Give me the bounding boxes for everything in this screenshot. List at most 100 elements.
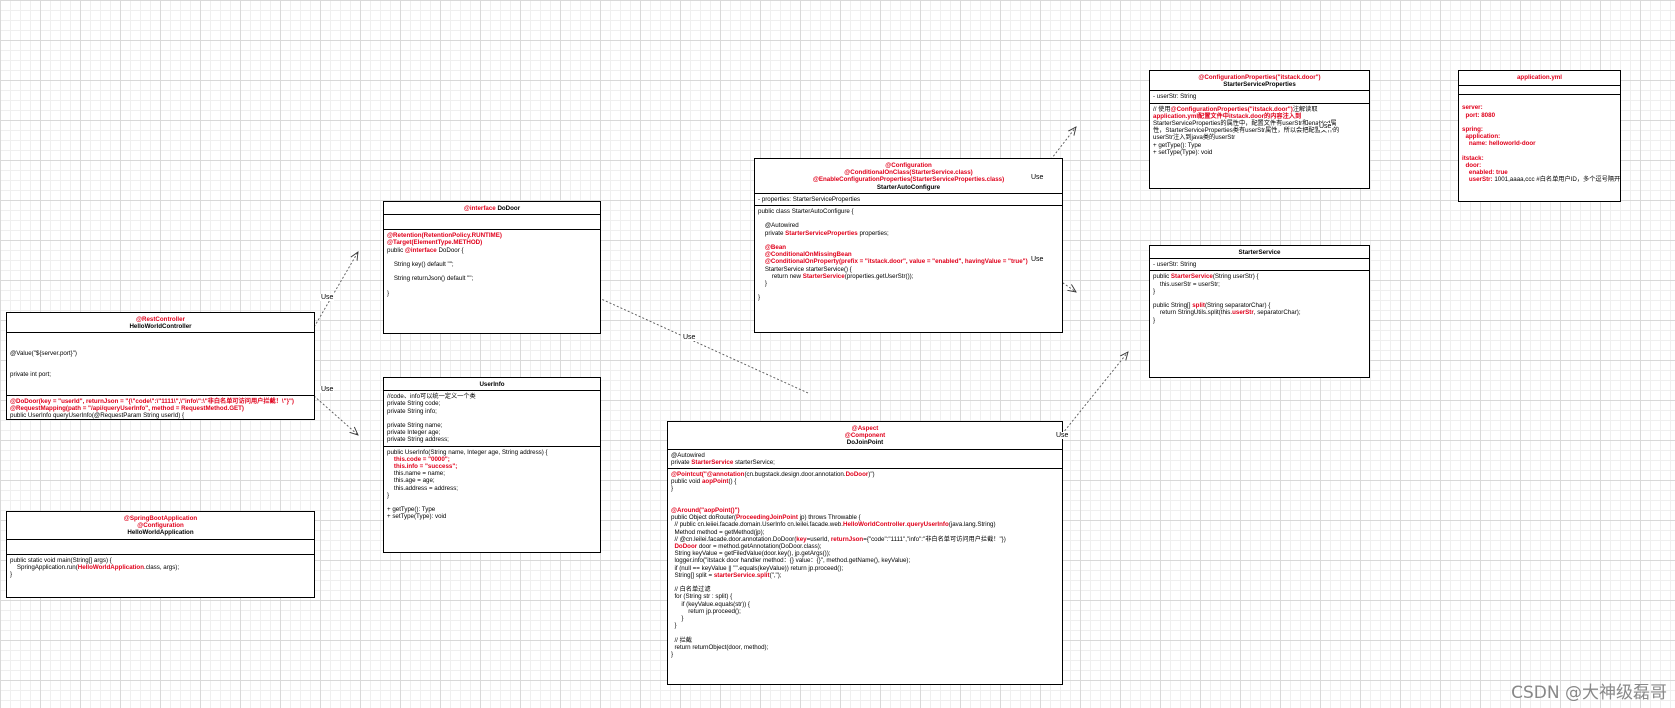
code-line: return returnObject(door, method);	[671, 644, 1059, 651]
class-user-info[interactable]: UserInfo //code、info可以统一定义一个类 private Str…	[383, 377, 601, 553]
class-do-join-point[interactable]: @Aspect @Component DoJoinPoint @Autowire…	[667, 421, 1063, 685]
code-segment: private String name;	[387, 422, 443, 429]
code-segment: private	[758, 229, 786, 237]
code-line: public String[] split(String separatorCh…	[1153, 302, 1366, 309]
file-header: application.yml	[1459, 71, 1620, 87]
class-header: UserInfo	[384, 378, 600, 392]
code-segment: name: helloworld-door	[1462, 140, 1536, 148]
code-segment: split	[1192, 302, 1205, 310]
code-line: private String name;	[387, 422, 597, 429]
code-segment: key	[796, 535, 807, 543]
code-segment: public UserInfo(String name, Integer age…	[387, 448, 548, 456]
code-segment: }	[671, 485, 674, 493]
code-segment: public	[387, 246, 405, 254]
class-header: @SpringBootApplication @Configuration He…	[7, 512, 314, 540]
code-line: return jp.proceed();	[671, 608, 1059, 615]
fields-section: - properties: StarterServiceProperties	[755, 194, 1062, 207]
code-line: spring:	[1462, 126, 1617, 133]
code-line: for (String str : split) {	[671, 593, 1059, 600]
code-segment: public Object doRouter(	[671, 514, 737, 522]
code-segment: public String[]	[1153, 302, 1193, 310]
class-starter-service-properties[interactable]: @ConfigurationProperties("itstack.door")…	[1149, 70, 1370, 189]
code-segment: =userId,	[806, 535, 831, 543]
code-segment: userStr	[1232, 309, 1254, 317]
code-segment: String[] split =	[671, 571, 714, 579]
class-name: StarterServiceProperties	[1223, 81, 1296, 89]
code-segment: server:	[1462, 104, 1483, 112]
code-line: return StringUtils.split(this.userStr, s…	[1153, 309, 1366, 316]
edge-label-use: Use	[320, 294, 335, 301]
class-name: UserInfo	[479, 381, 505, 388]
code-line: this.address = address;	[387, 485, 597, 492]
code-segment: public UserInfo queryUserInfo(@RequestPa…	[10, 412, 185, 420]
class-header: @RestController HelloWorldController	[7, 313, 314, 334]
code-segment: + setType(Type): void	[1153, 148, 1213, 156]
class-do-door[interactable]: @interface DoDoor @Retention(RetentionPo…	[383, 201, 601, 334]
file-name: application.yml	[1516, 74, 1563, 81]
code-segment: if (keyValue.equals(str)) {	[671, 600, 750, 608]
body-section: @Retention(RetentionPolicy.RUNTIME) @Targ…	[384, 230, 600, 299]
file-application-yml[interactable]: application.yml server: port: 8080 spring…	[1458, 70, 1621, 202]
class-name: HelloWorldApplication	[127, 529, 194, 537]
code-segment: @Target(ElementType.METHOD)	[387, 239, 483, 247]
spacer-section	[1459, 86, 1620, 96]
class-name: DoJoinPoint	[846, 439, 884, 447]
code-segment: port: 8080	[1462, 111, 1496, 119]
code-segment: userStr:	[1462, 176, 1495, 184]
code-line: }	[10, 571, 311, 578]
edge-label-use: Use	[320, 386, 335, 393]
code-segment: return returnObject(door, method);	[671, 643, 769, 651]
code-segment: public class StarterAutoConfigure {	[758, 208, 854, 216]
edge-label-use: Use	[1318, 123, 1333, 130]
code-line: // public cn.leiiei.facade.domain.UserIn…	[671, 521, 1059, 528]
class-header: StarterService	[1150, 246, 1369, 260]
code-segment: - userStr: String	[1153, 261, 1197, 269]
annotation-label: @ConfigurationProperties("itstack.door")	[1198, 74, 1321, 81]
code-line: String returnJson() default "";	[387, 275, 597, 282]
code-line: - userStr: String	[1153, 261, 1366, 268]
code-line: private StarterService starterService;	[671, 459, 1059, 466]
code-line: }	[387, 290, 597, 297]
code-segment: @annotation	[706, 471, 745, 479]
code-segment: + getType(): Type	[1153, 141, 1202, 149]
field-line: @Value("${server.port}")	[10, 349, 77, 357]
code-segment: ={"code":"1111","info":"非白名单可访问用户拦截！"})	[863, 535, 1006, 543]
code-segment: spring:	[1462, 125, 1483, 133]
code-segment: @Bean	[758, 244, 787, 251]
annotation-label: @Aspect	[851, 425, 879, 432]
code-line: @DoDoor(key = "userId", returnJson = "{\…	[10, 398, 311, 405]
class-name: HelloWorldController	[129, 323, 192, 331]
code-segment: StarterServiceProperties的属性中，配置文件有userSt…	[1153, 120, 1337, 128]
code-segment: .class, args);	[144, 563, 180, 571]
code-segment: application:	[1462, 133, 1501, 141]
annotation-label: @RestController	[135, 316, 185, 323]
class-starter-service[interactable]: StarterService - userStr: String public …	[1149, 245, 1370, 378]
fields-section: - userStr: String	[1150, 259, 1369, 272]
code-line: SpringApplication.run(HelloWorldApplicat…	[10, 564, 311, 571]
code-segment: (String userStr) {	[1212, 273, 1259, 281]
code-line: @Pointcut("@annotation(cn.bugstack.desig…	[671, 471, 1059, 478]
code-segment: properties;	[857, 229, 889, 237]
code-line: String key() default "";	[387, 261, 597, 268]
code-segment: (",");	[769, 571, 782, 579]
code-segment: jp) throws Throwable {	[797, 514, 861, 522]
code-segment: }	[1153, 287, 1156, 295]
code-segment: this.address = address;	[387, 484, 459, 492]
code-line: public static void main(String[] args) {	[10, 557, 311, 564]
code-segment: )")	[868, 471, 875, 479]
code-line: - userStr: String	[1153, 93, 1366, 100]
class-hello-world-controller[interactable]: @RestController HelloWorldController @Va…	[6, 312, 315, 420]
code-line: private String info;	[387, 408, 597, 415]
class-starter-auto-configure[interactable]: @Configuration @ConditionalOnClass(Start…	[754, 158, 1063, 333]
code-segment: @ConditionalOnMissingBean	[758, 251, 852, 259]
code-segment: queryUserInfo	[906, 521, 949, 529]
class-hello-world-application[interactable]: @SpringBootApplication @Configuration He…	[6, 511, 315, 598]
code-segment: @Pointcut("	[671, 471, 707, 479]
annotation-label: @interface	[463, 205, 496, 212]
code-line: @Autowired	[758, 222, 1059, 229]
